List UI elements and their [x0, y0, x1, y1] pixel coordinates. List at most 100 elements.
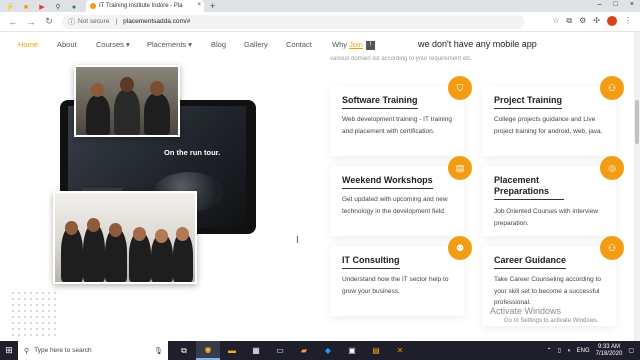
- lightning-icon[interactable]: ⚡: [4, 2, 16, 12]
- join-badge-icon: !: [365, 40, 375, 50]
- card-project-training[interactable]: ⚇ Project Training College projects guid…: [482, 76, 624, 156]
- chevron-up-icon[interactable]: ⌃: [547, 347, 552, 354]
- maximize-icon[interactable]: □: [614, 1, 618, 8]
- document-icon: ▤: [448, 156, 472, 180]
- language-indicator[interactable]: ENG: [577, 348, 590, 354]
- monitor-icon[interactable]: ▣: [340, 341, 364, 360]
- nav-about[interactable]: About: [57, 40, 77, 49]
- close-window-icon[interactable]: ×: [630, 1, 634, 8]
- tab-title: IT Training Institute Indore - Pla: [99, 3, 183, 9]
- coin-icon: ◎: [600, 156, 624, 180]
- menu-icon[interactable]: ⋮: [624, 16, 632, 26]
- card-title: IT Consulting: [342, 255, 400, 269]
- nav-home[interactable]: Home: [18, 40, 38, 49]
- task-view-icon[interactable]: ⧉: [172, 341, 196, 360]
- file-explorer-icon[interactable]: ▬: [220, 341, 244, 360]
- page-scrollbar[interactable]: [634, 32, 640, 341]
- card-title: Placement Preparations: [494, 175, 564, 200]
- nav-contact[interactable]: Contact: [286, 40, 312, 49]
- card-title: Weekend Workshops: [342, 175, 433, 189]
- card-description: Understand how the IT sector help to gro…: [342, 276, 449, 295]
- green-icon[interactable]: ●: [68, 2, 80, 12]
- search-icon: ⚲: [24, 347, 30, 355]
- security-status: Not secure: [78, 18, 110, 25]
- vscode-icon[interactable]: ◆: [316, 341, 340, 360]
- browser-tab-strip: ⚡ ■ ▶ ⚲ ● IT Training Institute Indore -…: [0, 0, 640, 12]
- page-content: various domain list according to your re…: [0, 56, 640, 341]
- info-icon[interactable]: ⓘ: [68, 17, 75, 27]
- team-photo-bottom: [53, 191, 197, 284]
- card-description: Job Oriented Courses with interview prep…: [494, 208, 599, 227]
- address-bar-row: ← → ↻ ⓘ Not secure | placementsadda.com/…: [0, 12, 640, 32]
- card-description: Get updated with upcoming and new techno…: [342, 196, 448, 215]
- clock-time: 9:33 AM: [597, 343, 620, 350]
- network-icon[interactable]: ▯: [558, 347, 561, 354]
- user-check-icon: ⚇: [600, 236, 624, 260]
- chrome-icon[interactable]: ◉: [196, 341, 220, 360]
- address-separator: |: [115, 18, 118, 25]
- card-weekend-workshops[interactable]: ▤ Weekend Workshops Get updated with upc…: [330, 156, 472, 236]
- taskbar-search-input[interactable]: ⚲ Type here to search 🎙: [18, 341, 168, 360]
- shield-icon: ⛉: [448, 76, 472, 100]
- taskbar-apps: ⧉ ◉ ▬ ▦ ▭ ▰ ◆ ▣ ▤ ✕: [172, 341, 412, 360]
- xampp-icon[interactable]: ✕: [388, 341, 412, 360]
- site-navigation: Home About Courses ▾ Placements ▾ Blog G…: [0, 32, 640, 56]
- windows-start-icon[interactable]: ⊞: [0, 341, 18, 360]
- star-icon[interactable]: ☆: [552, 16, 559, 26]
- card-title: Career Guidance: [494, 255, 567, 269]
- search-placeholder: Type here to search: [34, 347, 92, 354]
- new-tab-button[interactable]: +: [210, 0, 215, 12]
- chevron-down-icon: ▾: [188, 40, 193, 49]
- search-icon[interactable]: ⚲: [52, 2, 64, 12]
- tab-close-icon[interactable]: ×: [197, 2, 201, 8]
- notification-icon[interactable]: ▢: [628, 347, 634, 354]
- nav-blog[interactable]: Blog: [211, 40, 226, 49]
- extension-icon[interactable]: ⧉: [566, 16, 572, 26]
- terminal-icon[interactable]: ▭: [268, 341, 292, 360]
- clock-date: 7/18/2020: [595, 350, 623, 357]
- settings-icon[interactable]: ⚙: [579, 16, 586, 26]
- calculator-icon[interactable]: ▦: [244, 341, 268, 360]
- nav-courses[interactable]: Courses ▾: [96, 40, 130, 49]
- nav-courses-label: Courses: [96, 40, 124, 49]
- card-title: Project Training: [494, 95, 563, 109]
- nav-gallery[interactable]: Gallery: [244, 40, 268, 49]
- card-description: College projects guidance and Live proje…: [494, 116, 603, 135]
- text-cursor-icon: I: [296, 235, 299, 246]
- card-software-training[interactable]: ⛉ Software Training Web development trai…: [330, 76, 472, 156]
- tablet-tour-text: On the run tour.: [164, 148, 221, 157]
- chevron-down-icon: ▾: [126, 40, 130, 49]
- people-icon: ⚉: [448, 236, 472, 260]
- minimize-icon[interactable]: –: [598, 1, 602, 8]
- url-text: placementsadda.com/#: [123, 18, 191, 25]
- card-placement-preparations[interactable]: ◎ Placement Preparations Job Oriented Co…: [482, 156, 624, 236]
- scrollbar-thumb[interactable]: [635, 100, 639, 144]
- back-icon[interactable]: ←: [8, 17, 18, 27]
- puzzle-icon[interactable]: ✣: [593, 16, 600, 26]
- folder-icon[interactable]: ▰: [292, 341, 316, 360]
- browser-tab-active[interactable]: IT Training Institute Indore - Pla ×: [86, 0, 204, 12]
- activate-windows-title: Activate Windows: [490, 306, 562, 316]
- address-input[interactable]: ⓘ Not secure | placementsadda.com/#: [62, 14, 524, 29]
- forward-icon[interactable]: →: [26, 17, 36, 27]
- card-title: Software Training: [342, 95, 418, 109]
- card-it-consulting[interactable]: ⚉ IT Consulting Understand how the IT se…: [330, 236, 472, 316]
- bookmark-orange-icon[interactable]: ■: [20, 2, 32, 12]
- microphone-icon[interactable]: 🎙: [154, 347, 163, 355]
- avatar[interactable]: [607, 16, 617, 26]
- reload-icon[interactable]: ↻: [44, 16, 54, 27]
- nav-why-label: Why: [332, 40, 347, 49]
- files-icon[interactable]: ▤: [364, 341, 388, 360]
- clock[interactable]: 9:33 AM 7/18/2020: [596, 344, 623, 358]
- dot-pattern: [10, 290, 58, 340]
- site-favicon-icon: [90, 3, 96, 9]
- windows-taskbar: ⊞ ⚲ Type here to search 🎙 ⧉ ◉ ▬ ▦ ▭ ▰ ◆ …: [0, 341, 640, 360]
- volume-icon[interactable]: ◖: [567, 348, 571, 354]
- toolbar-icons: ☆ ⧉ ⚙ ✣ ⋮: [552, 16, 632, 26]
- nav-why-join[interactable]: Why Join!: [332, 40, 375, 50]
- youtube-icon[interactable]: ▶: [36, 2, 48, 12]
- nav-placements[interactable]: Placements ▾: [147, 40, 192, 49]
- system-tray: ⌃ ▯ ◖ ENG 9:33 AM 7/18/2020 ▢: [547, 341, 634, 360]
- card-description: Web development training - IT training a…: [342, 116, 452, 135]
- card-description: Take Career Counseling according to your…: [494, 276, 601, 306]
